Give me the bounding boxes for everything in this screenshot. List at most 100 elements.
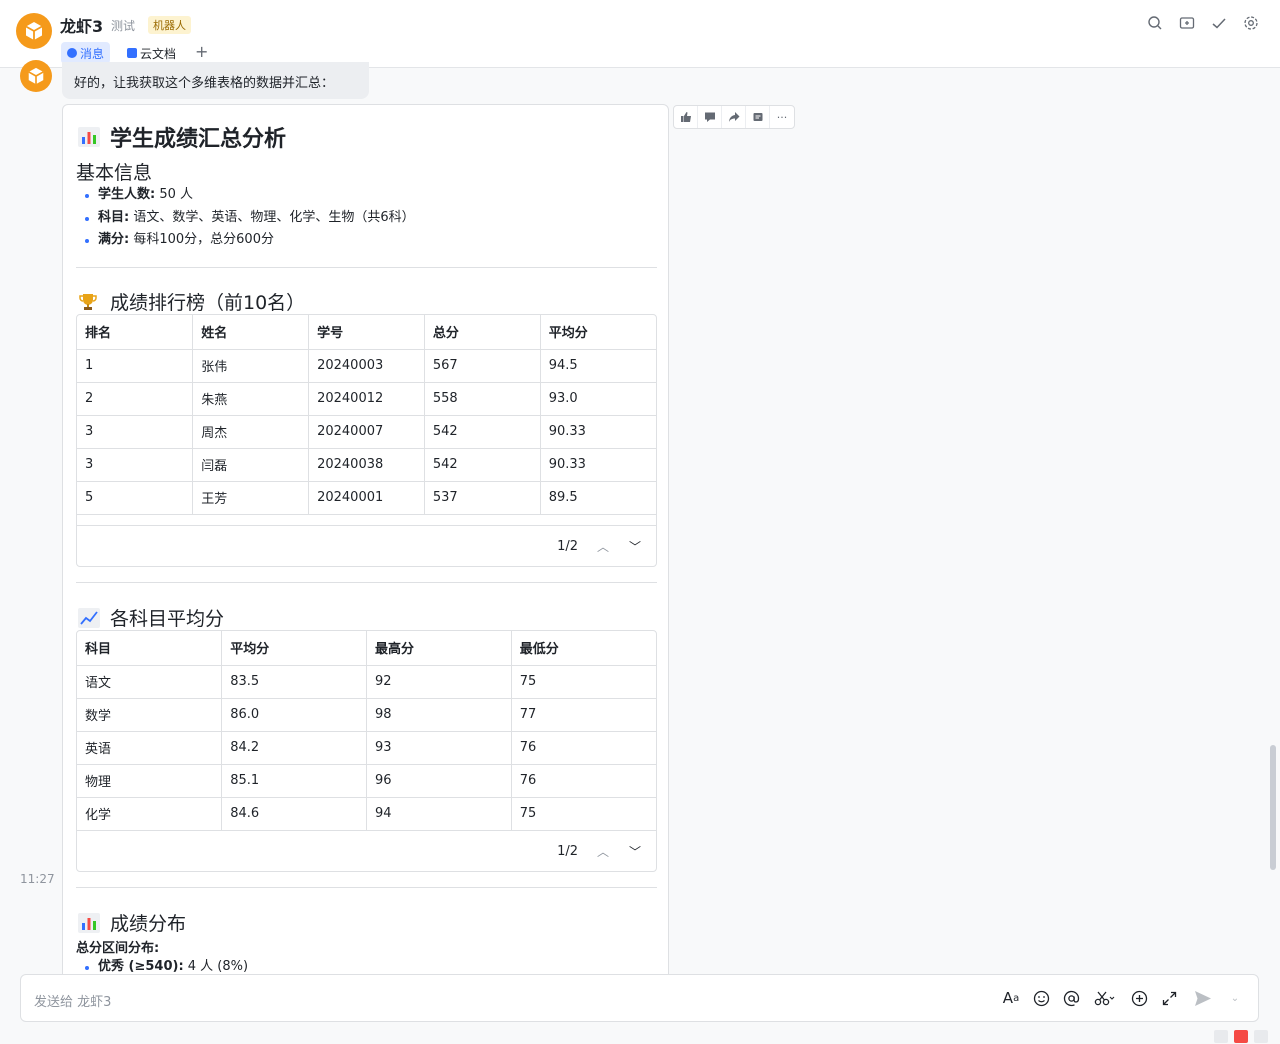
page-up-icon[interactable]: ︿ — [596, 538, 610, 555]
message-input-box[interactable]: 发送给 龙虾3 Aa ⌄ — [20, 974, 1259, 1022]
ranking-heading: 成绩排行榜（前10名） — [78, 288, 305, 315]
mention-icon[interactable] — [1062, 989, 1080, 1007]
bot-avatar[interactable] — [16, 13, 52, 49]
table-cell: 558 — [424, 382, 541, 416]
table-row: 语文 83.5 92 75 — [77, 665, 656, 699]
table-cell: 93.0 — [540, 382, 656, 416]
message-actions: ··· — [673, 105, 795, 129]
search-icon[interactable] — [1146, 14, 1164, 32]
table-row: 3 周杰 20240007 542 90.33 — [77, 415, 656, 449]
table-row: 物理 85.1 96 76 — [77, 764, 656, 798]
page-up-icon[interactable]: ︿ — [596, 843, 610, 860]
list-item: 科目: 语文、数学、英语、物理、化学、生物（共6科） — [84, 207, 415, 230]
comment-icon[interactable] — [698, 106, 722, 128]
tray-app-icon[interactable] — [1214, 1030, 1228, 1043]
table-pager: 1/2 ︿ ﹀ — [77, 525, 656, 566]
add-circle-icon[interactable] — [1130, 989, 1148, 1007]
table-header-row: 排名 姓名 学号 总分 平均分 — [77, 315, 656, 350]
tab-cloud-docs[interactable]: 云文档 — [121, 42, 182, 64]
page-down-icon[interactable]: ﹀ — [628, 843, 642, 860]
add-chat-icon[interactable] — [1178, 14, 1196, 32]
table-cell: 77 — [511, 698, 656, 732]
column-header: 总分 — [424, 315, 541, 350]
table-cell: 5 — [77, 481, 194, 515]
table-cell: 周杰 — [192, 415, 310, 449]
box-icon — [25, 22, 43, 40]
table-cell: 85.1 — [221, 764, 367, 798]
page-down-icon[interactable]: ﹀ — [628, 538, 642, 555]
ranking-table: 排名 姓名 学号 总分 平均分 1 张伟 20240003 567 94.5 2 朱燕 20… — [76, 314, 657, 567]
table-cell: 2 — [77, 382, 194, 416]
distribution-subheading: 总分区间分布: — [76, 941, 160, 956]
done-icon[interactable] — [1210, 14, 1228, 32]
tray-app-icon[interactable] — [1254, 1030, 1268, 1043]
message-avatar[interactable] — [20, 60, 52, 92]
table-row: 2 朱燕 20240012 558 93.0 — [77, 382, 656, 416]
table-row: 3 闫磊 20240038 542 90.33 — [77, 448, 656, 482]
quote-reply-icon[interactable] — [746, 106, 770, 128]
subjects-table: 科目 平均分 最高分 最低分 语文 83.5 92 75 数学 86.0 98 77 英语 8… — [76, 630, 657, 872]
settings-icon[interactable] — [1242, 14, 1260, 32]
divider — [76, 887, 657, 888]
table-cell: 90.33 — [540, 448, 656, 482]
item-value: 每科100分，总分600分 — [129, 232, 274, 247]
emoji-icon[interactable] — [1032, 989, 1050, 1007]
table-cell: 93 — [366, 731, 512, 765]
table-cell: 89.5 — [540, 481, 656, 515]
item-label: 学生人数: — [98, 187, 156, 202]
table-cell: 英语 — [77, 731, 223, 765]
table-cell: 王芳 — [192, 481, 310, 515]
table-cell: 20240007 — [308, 415, 425, 449]
table-cell: 98 — [366, 698, 512, 732]
table-cell: 20240001 — [308, 481, 425, 515]
message-time: 11:27 — [20, 872, 55, 886]
message-icon — [67, 48, 77, 58]
item-label: 满分: — [98, 232, 130, 247]
tab-label: 消息 — [80, 46, 105, 61]
column-header: 最低分 — [511, 631, 656, 666]
table-cell: 86.0 — [221, 698, 367, 732]
expand-icon[interactable] — [1160, 989, 1178, 1007]
bot-badge: 机器人 — [148, 16, 191, 34]
chat-title: 龙虾3 — [60, 17, 104, 36]
message-input[interactable]: 发送给 龙虾3 — [34, 991, 111, 1010]
table-cell: 数学 — [77, 698, 223, 732]
page-indicator: 1/2 — [557, 843, 578, 859]
table-cell: 3 — [77, 415, 194, 449]
table-cell: 75 — [511, 797, 656, 831]
table-cell: 94 — [366, 797, 512, 831]
table-cell: 84.6 — [221, 797, 367, 831]
table-row: 数学 86.0 98 77 — [77, 698, 656, 732]
report-title: 学生成绩汇总分析 — [78, 121, 286, 153]
table-cell: 20240012 — [308, 382, 425, 416]
table-header-row: 科目 平均分 最高分 最低分 — [77, 631, 656, 666]
scissors-icon[interactable] — [1092, 989, 1118, 1007]
divider — [76, 582, 657, 583]
table-cell: 90.33 — [540, 415, 656, 449]
send-icon[interactable] — [1190, 989, 1218, 1007]
table-cell: 92 — [366, 665, 512, 699]
table-cell: 20240038 — [308, 448, 425, 482]
table-cell: 语文 — [77, 665, 223, 699]
table-cell: 96 — [366, 764, 512, 798]
list-item: 满分: 每科100分，总分600分 — [84, 229, 415, 252]
column-header: 排名 — [77, 315, 194, 350]
scrollbar[interactable] — [1270, 745, 1276, 870]
box-icon — [28, 67, 44, 85]
basic-info-heading: 基本信息 — [76, 162, 153, 184]
page-indicator: 1/2 — [557, 538, 578, 554]
send-options-icon[interactable]: ⌄ — [1230, 989, 1240, 1007]
column-header: 平均分 — [540, 315, 656, 350]
more-icon[interactable]: ··· — [770, 106, 794, 128]
tab-messages[interactable]: 消息 — [61, 42, 111, 64]
system-tray — [1214, 1030, 1268, 1043]
text-format-icon[interactable]: Aa — [1002, 989, 1020, 1007]
table-cell: 20240003 — [308, 349, 425, 383]
list-item: 学生人数: 50 人 — [84, 184, 415, 207]
table-cell: 76 — [511, 731, 656, 765]
tray-app-icon[interactable] — [1234, 1030, 1248, 1043]
thumbs-up-icon[interactable] — [674, 106, 698, 128]
forward-icon[interactable] — [722, 106, 746, 128]
table-row: 1 张伟 20240003 567 94.5 — [77, 349, 656, 383]
add-tab-button[interactable]: + — [195, 42, 208, 61]
